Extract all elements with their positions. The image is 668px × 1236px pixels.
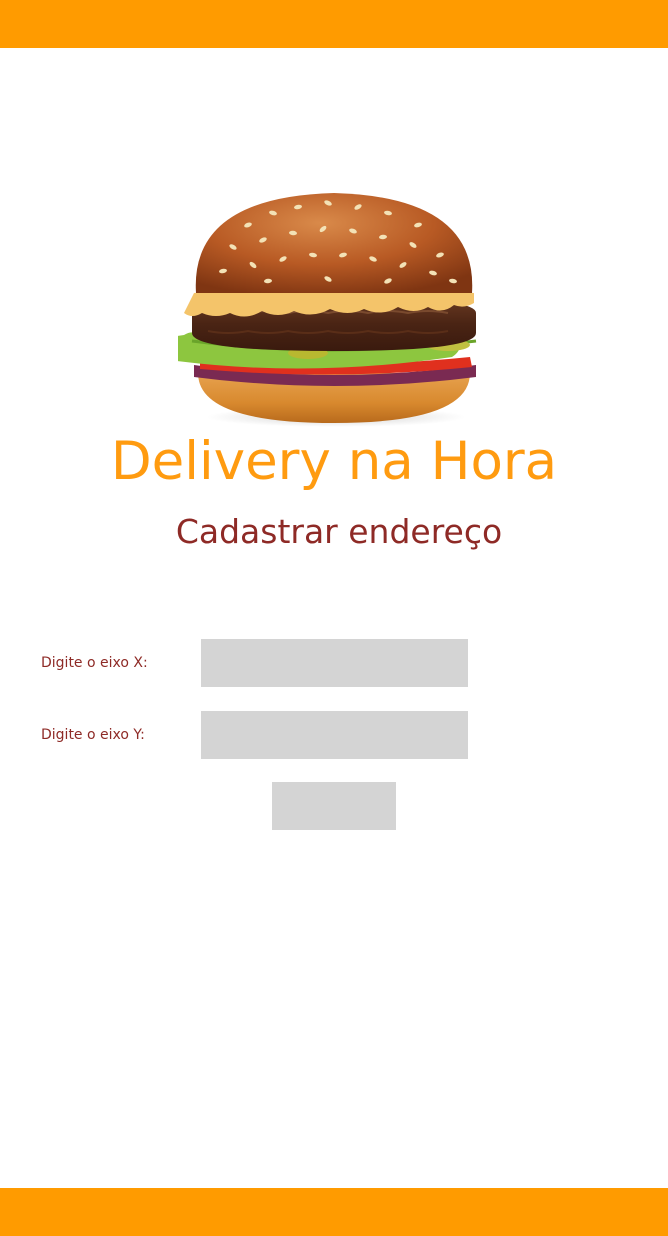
app-title: Delivery na Hora	[110, 431, 558, 492]
top-bar	[0, 0, 668, 48]
bottom-bar	[0, 1188, 668, 1236]
x-axis-label: Digite o eixo X:	[41, 655, 148, 671]
x-axis-input[interactable]	[201, 639, 468, 687]
y-axis-input[interactable]	[201, 711, 468, 759]
submit-button[interactable]	[272, 782, 396, 830]
hamburger-image	[178, 193, 477, 427]
page-subtitle: Cadastrar endereço	[175, 512, 503, 551]
y-axis-label: Digite o eixo Y:	[41, 727, 145, 743]
